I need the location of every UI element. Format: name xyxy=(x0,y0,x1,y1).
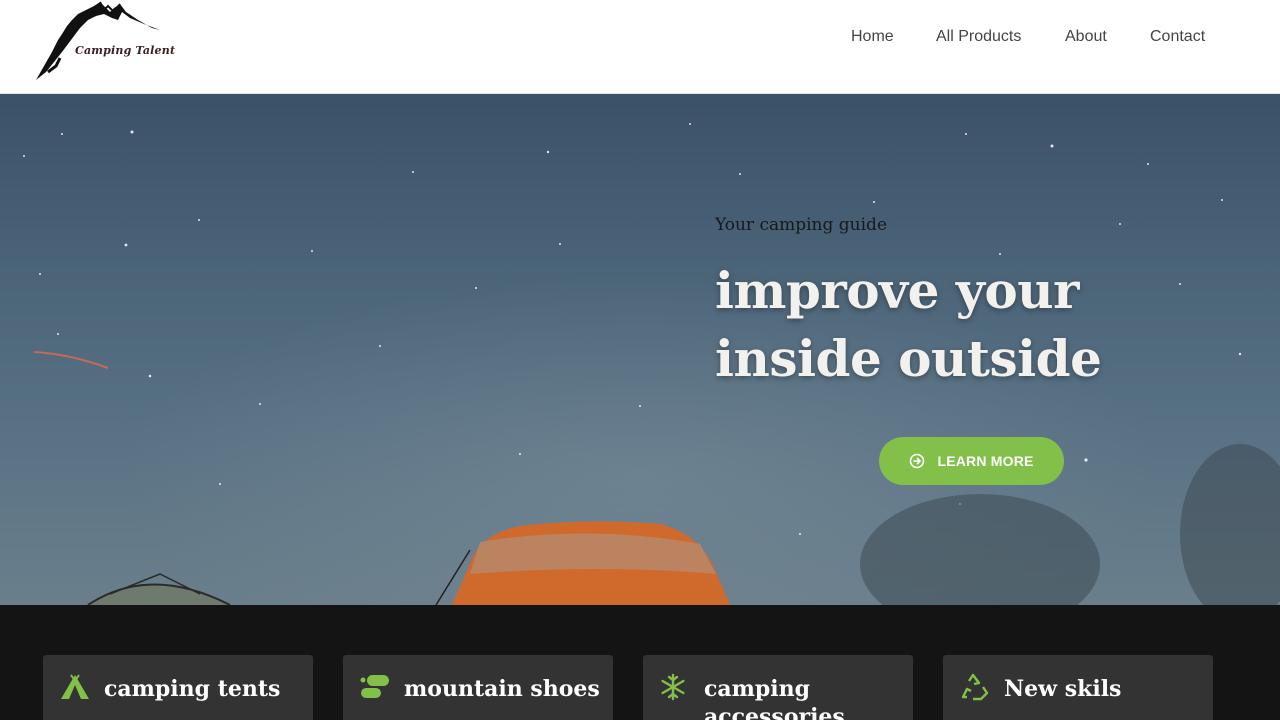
nav-all-products[interactable]: All Products xyxy=(936,26,1021,48)
hero-title-line2: inside outside xyxy=(715,329,1102,388)
learn-more-button[interactable]: LEARN MORE xyxy=(879,437,1064,485)
hero-banner: Your camping guide improve your inside o… xyxy=(0,94,1280,605)
features-section: camping tents mountain shoes camping acc… xyxy=(0,605,1280,720)
arrow-circle-right-icon xyxy=(910,453,925,469)
feature-card-accessories[interactable]: camping accessories xyxy=(643,655,913,720)
recycle-icon xyxy=(961,673,989,701)
learn-more-label: LEARN MORE xyxy=(937,453,1034,469)
site-header: Camping Talent Home All Products About C… xyxy=(0,0,1280,94)
hero-eyebrow: Your camping guide xyxy=(715,215,888,235)
nav-home[interactable]: Home xyxy=(851,26,894,48)
main-nav: Home All Products About Contact xyxy=(0,26,1280,50)
feature-title: camping accessories xyxy=(704,676,845,720)
hero-title-line1: improve your xyxy=(715,261,1079,320)
feature-title: New skils xyxy=(1004,676,1122,702)
snowflake-icon xyxy=(661,673,685,701)
nav-contact[interactable]: Contact xyxy=(1150,26,1205,48)
tent-icon xyxy=(61,674,89,699)
feature-title: mountain shoes xyxy=(404,676,600,702)
feature-card-shoes[interactable]: mountain shoes xyxy=(343,655,613,720)
feature-card-skills[interactable]: New skils xyxy=(943,655,1213,720)
hero-title: improve your inside outside xyxy=(715,257,1135,393)
feature-card-tents[interactable]: camping tents xyxy=(43,655,313,720)
nav-about[interactable]: About xyxy=(1065,26,1107,48)
footprints-icon xyxy=(360,675,389,698)
feature-title: camping tents xyxy=(104,676,281,702)
